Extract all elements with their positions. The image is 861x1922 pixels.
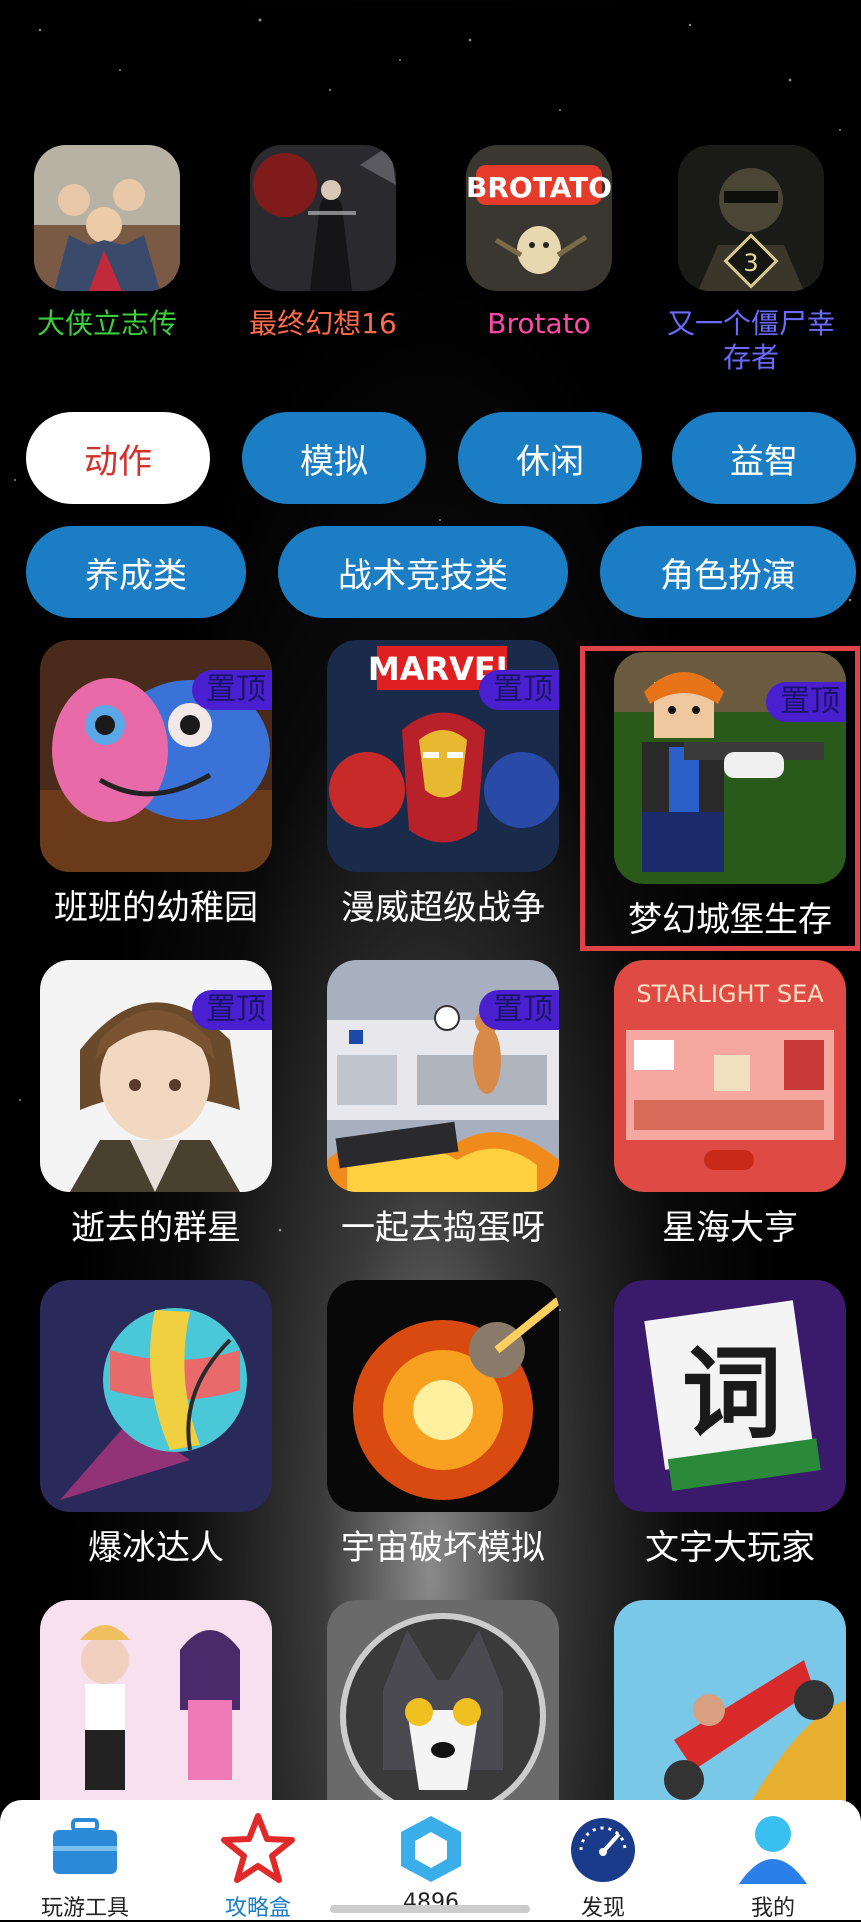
nav-item-4896[interactable]: 4896 bbox=[356, 1812, 506, 1915]
game-card-5-name: 一起去捣蛋呀 bbox=[341, 1208, 545, 1248]
game-card-4-name: 逝去的群星 bbox=[71, 1208, 241, 1248]
featured-game-1-image bbox=[34, 145, 180, 291]
game-card-5-image: 置顶 bbox=[327, 960, 559, 1192]
selection-highlight bbox=[580, 646, 860, 951]
toolbox-icon bbox=[45, 1812, 125, 1884]
game-card-9[interactable]: 词 文字大玩家 bbox=[614, 1280, 846, 1570]
bottom-navigation: 玩游工具 攻略盒 4896 发现 我的 bbox=[0, 1800, 861, 1922]
featured-game-4[interactable]: 3 又一个僵尸幸存者 bbox=[656, 145, 846, 375]
featured-game-4-image: 3 bbox=[678, 145, 824, 291]
game-card-7[interactable]: 爆冰达人 bbox=[40, 1280, 272, 1570]
home-indicator[interactable] bbox=[330, 1905, 530, 1913]
category-pill-puzzle[interactable]: 益智 bbox=[672, 412, 856, 504]
featured-game-2-name: 最终幻想16 bbox=[249, 307, 397, 340]
game-card-2-image: MARVEL 置顶 bbox=[327, 640, 559, 872]
starlight-logo-text: STARLIGHT SEA bbox=[636, 980, 824, 1008]
star-icon bbox=[218, 1812, 298, 1884]
game-card-8[interactable]: 宇宙破坏模拟 bbox=[327, 1280, 559, 1570]
category-pill-tactical[interactable]: 战术竞技类 bbox=[278, 526, 568, 618]
nav-item-profile-label: 我的 bbox=[750, 1896, 795, 1921]
featured-game-3[interactable]: BROTATO Brotato bbox=[444, 145, 634, 341]
nav-item-discover-label: 发现 bbox=[580, 1896, 625, 1921]
nav-item-discover[interactable]: 发现 bbox=[528, 1812, 678, 1922]
nav-item-profile[interactable]: 我的 bbox=[698, 1812, 848, 1922]
nav-item-tools[interactable]: 玩游工具 bbox=[10, 1812, 160, 1922]
game-card-12-image bbox=[614, 1600, 846, 1832]
game-card-2-name: 漫威超级战争 bbox=[341, 888, 545, 928]
nav-item-guides-label: 攻略盒 bbox=[224, 1896, 291, 1921]
featured-game-1[interactable]: 大侠立志传 bbox=[12, 145, 202, 341]
game-card-9-name: 文字大玩家 bbox=[645, 1528, 815, 1568]
game-card-8-image bbox=[327, 1280, 559, 1512]
featured-game-3-image: BROTATO bbox=[466, 145, 612, 291]
featured-game-4-name: 又一个僵尸幸存者 bbox=[666, 307, 835, 374]
game-card-4-image: 置顶 bbox=[40, 960, 272, 1192]
pin-badge: 置顶 bbox=[479, 670, 559, 710]
nav-item-tools-label: 玩游工具 bbox=[40, 1896, 129, 1921]
featured-game-1-name: 大侠立志传 bbox=[36, 307, 177, 340]
game-card-1-image: 置顶 bbox=[40, 640, 272, 872]
game-card-6[interactable]: STARLIGHT SEA 星海大亨 bbox=[614, 960, 846, 1250]
category-pill-action[interactable]: 动作 bbox=[26, 412, 210, 504]
pin-badge: 置顶 bbox=[192, 990, 272, 1030]
game-card-8-name: 宇宙破坏模拟 bbox=[341, 1528, 545, 1568]
game-card-11-image bbox=[327, 1600, 559, 1832]
game-card-5[interactable]: 置顶 一起去捣蛋呀 bbox=[327, 960, 559, 1250]
category-pill-rpg[interactable]: 角色扮演 bbox=[600, 526, 856, 618]
cube-icon bbox=[391, 1812, 471, 1884]
featured-game-2-image bbox=[250, 145, 396, 291]
featured-games: 大侠立志传 最终幻想16 BROTATO Brotato 3 又一个僵尸幸存者 bbox=[0, 145, 861, 395]
game-card-10-image bbox=[40, 1600, 272, 1832]
speedometer-icon bbox=[563, 1812, 643, 1884]
word-tile-text: 词 bbox=[682, 1334, 782, 1452]
game-card-2[interactable]: MARVEL 置顶 漫威超级战争 bbox=[327, 640, 559, 930]
game-card-6-name: 星海大亨 bbox=[662, 1208, 798, 1248]
pin-badge: 置顶 bbox=[192, 670, 272, 710]
game-card-6-image: STARLIGHT SEA bbox=[614, 960, 846, 1192]
brotato-logo-text: BROTATO bbox=[466, 171, 612, 204]
game-card-7-image bbox=[40, 1280, 272, 1512]
category-pill-casual[interactable]: 休闲 bbox=[458, 412, 642, 504]
game-card-9-image: 词 bbox=[614, 1280, 846, 1512]
featured-game-3-name: Brotato bbox=[487, 307, 591, 340]
pin-badge: 置顶 bbox=[479, 990, 559, 1030]
game-card-7-name: 爆冰达人 bbox=[88, 1528, 224, 1568]
game-card-4[interactable]: 置顶 逝去的群星 bbox=[40, 960, 272, 1250]
category-pill-raising[interactable]: 养成类 bbox=[26, 526, 246, 618]
nav-item-guides[interactable]: 攻略盒 bbox=[183, 1812, 333, 1922]
user-icon bbox=[733, 1812, 813, 1884]
category-pill-simulation[interactable]: 模拟 bbox=[242, 412, 426, 504]
featured-game-2[interactable]: 最终幻想16 bbox=[228, 145, 418, 341]
game-card-1[interactable]: 置顶 班班的幼稚园 bbox=[40, 640, 272, 930]
zombie-level-text: 3 bbox=[743, 249, 758, 277]
game-card-1-name: 班班的幼稚园 bbox=[54, 888, 258, 928]
